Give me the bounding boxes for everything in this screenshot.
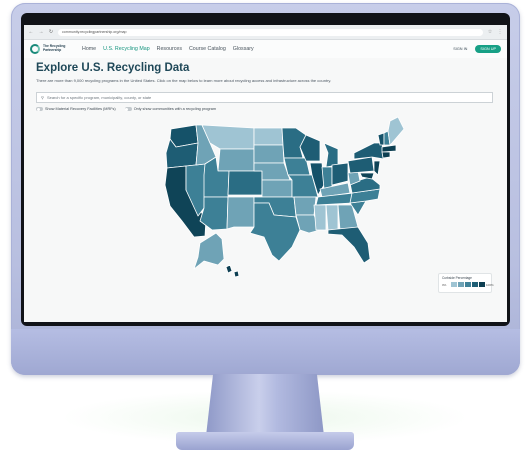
state-alaska[interactable] [193,232,225,270]
monitor-stand-base [176,432,354,450]
legend-swatch [479,282,485,287]
legend-swatch [451,282,457,287]
state-michigan[interactable] [323,142,339,168]
state-connecticut[interactable] [381,151,391,159]
state-arkansas[interactable] [293,196,317,216]
map-legend: Curbside Percentage 0% 100% [438,273,494,293]
legend-swatch [458,282,464,287]
state-colorado[interactable] [227,170,263,196]
state-pennsylvania[interactable] [347,156,375,174]
state-massachusetts[interactable] [381,144,397,153]
us-recycling-map[interactable] [24,25,507,322]
legend-title: Curbside Percentage [442,276,472,280]
state-new-mexico[interactable] [226,196,255,230]
state-hawaii[interactable] [225,264,240,278]
state-alabama[interactable] [325,204,339,231]
screen: ← → ↻ community.recyclingpartnership.org… [24,25,507,322]
legend-swatch [465,282,471,287]
state-kansas[interactable] [261,179,293,198]
state-north-dakota[interactable] [253,127,284,146]
state-new-york[interactable] [353,142,385,160]
state-florida[interactable] [327,226,371,264]
monitor-stand-neck [206,374,324,436]
state-new-jersey[interactable] [373,160,381,176]
legend-color-scale [451,282,485,287]
state-indiana[interactable] [321,166,333,190]
legend-swatch [472,282,478,287]
state-maryland[interactable] [359,172,375,180]
state-maine[interactable] [387,116,405,146]
state-mississippi[interactable] [313,204,327,231]
state-south-dakota[interactable] [253,144,285,164]
monitor-chin [11,329,520,375]
state-wyoming[interactable] [217,148,255,172]
state-ohio[interactable] [331,162,349,186]
legend-high-label: 100% [486,283,494,287]
legend-low-label: 0% [442,283,447,287]
